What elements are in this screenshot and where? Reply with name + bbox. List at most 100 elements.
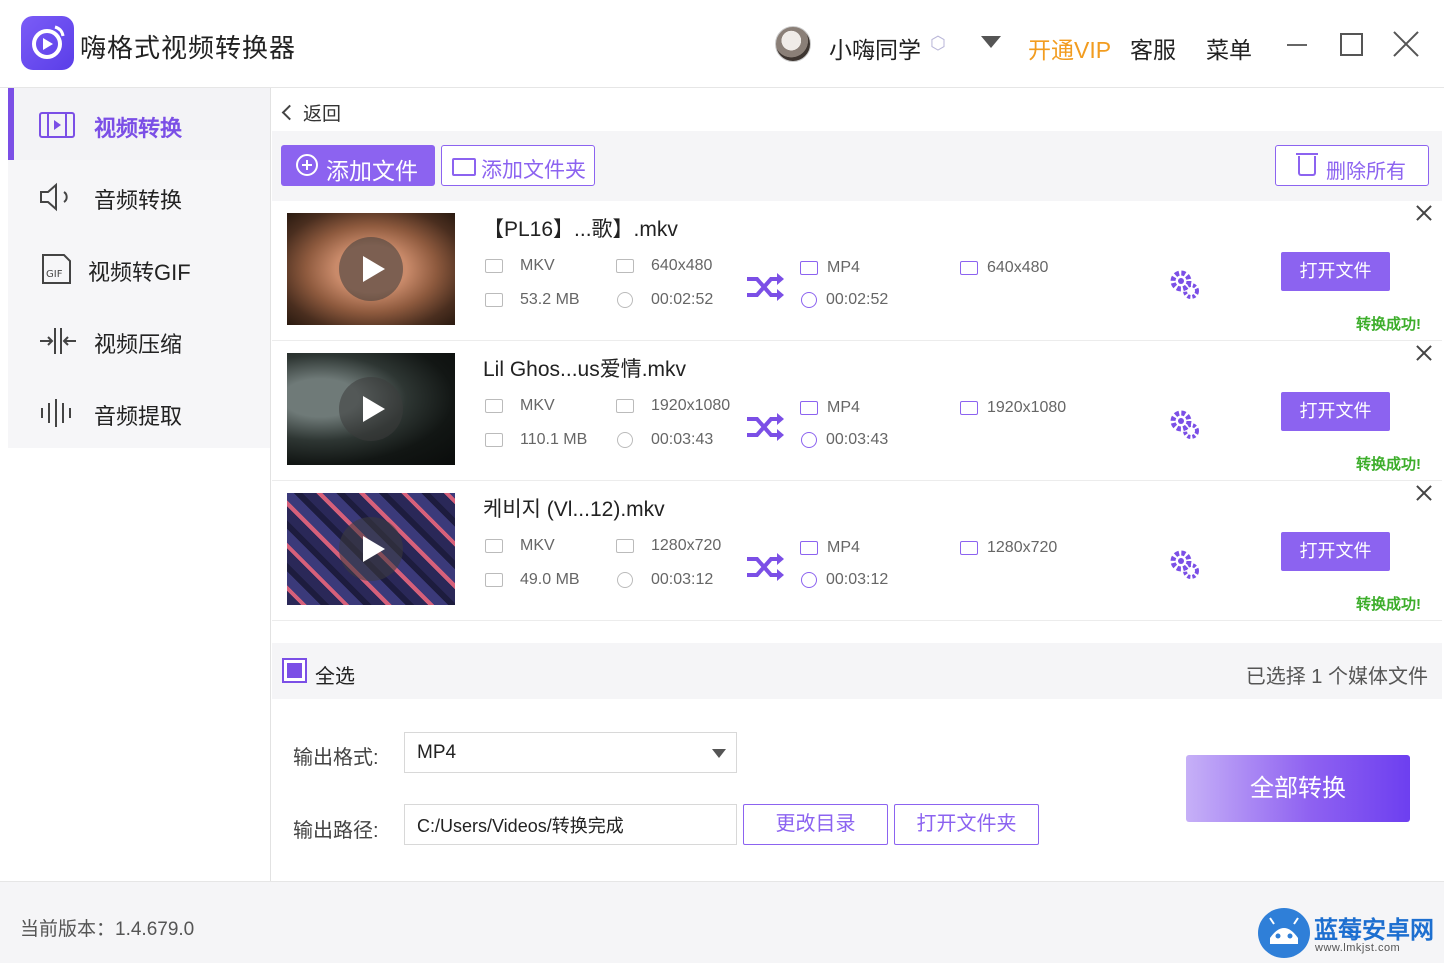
- folder-size-icon: [485, 433, 503, 447]
- source-resolution: 1280x720: [651, 537, 722, 554]
- convert-all-button[interactable]: 全部转换: [1186, 755, 1410, 822]
- shuffle-icon: [747, 273, 784, 301]
- select-all-label[interactable]: 全选: [315, 660, 355, 689]
- output-duration: 00:02:52: [826, 291, 889, 308]
- settings-gear-icon[interactable]: [1169, 409, 1201, 441]
- plus-circle-icon: [296, 154, 318, 176]
- sidebar-item-audio-convert[interactable]: 音频转换: [8, 160, 270, 232]
- remove-file-icon[interactable]: [1415, 344, 1433, 362]
- resolution-icon: [960, 261, 978, 275]
- trash-icon: [1296, 153, 1318, 176]
- film-icon: [800, 261, 818, 275]
- source-size: 53.2 MB: [520, 291, 580, 308]
- watermark: 蓝莓安卓网 www.lmkjst.com: [1244, 900, 1444, 963]
- source-format: MKV: [520, 397, 555, 414]
- add-file-button[interactable]: 添加文件: [281, 145, 435, 186]
- source-format: MKV: [520, 257, 555, 274]
- customer-service-link[interactable]: 客服: [1130, 31, 1176, 65]
- play-icon[interactable]: [339, 377, 403, 441]
- status-text: 转换成功!: [1356, 596, 1421, 613]
- open-file-button[interactable]: 打开文件: [1281, 252, 1390, 291]
- sidebar-item-label: 视频压缩: [94, 332, 183, 357]
- play-icon[interactable]: [339, 517, 403, 581]
- output-format: MP4: [827, 399, 860, 416]
- status-text: 转换成功!: [1356, 456, 1421, 473]
- output-resolution: 640x480: [987, 259, 1049, 276]
- user-avatar[interactable]: [775, 26, 811, 62]
- folder-size-icon: [485, 293, 503, 307]
- sidebar-item-audio-extract[interactable]: 音频提取: [8, 376, 270, 448]
- file-row: Lil Ghos...us爱情.mkv MKV 1920x1080 110.1 …: [272, 341, 1442, 481]
- audio-wave-icon: [41, 399, 71, 427]
- output-duration: 00:03:43: [826, 431, 889, 448]
- film-icon: [485, 539, 503, 553]
- change-directory-button[interactable]: 更改目录: [743, 804, 888, 845]
- video-thumbnail[interactable]: [287, 213, 455, 325]
- clock-icon: [801, 432, 817, 448]
- open-file-button[interactable]: 打开文件: [1281, 392, 1390, 431]
- footer: 当前版本：1.4.679.0: [0, 881, 1444, 963]
- add-file-label: 添加文件: [326, 158, 418, 184]
- output-format-select[interactable]: MP4: [404, 732, 737, 773]
- resolution-icon: [960, 401, 978, 415]
- vip-link[interactable]: 开通VIP: [1028, 31, 1111, 65]
- output-format: MP4: [827, 259, 860, 276]
- minimize-icon[interactable]: [1287, 44, 1307, 46]
- output-path-input[interactable]: [404, 804, 737, 845]
- sidebar-item-video-compress[interactable]: 视频压缩: [8, 304, 270, 376]
- sidebar-item-label: 音频转换: [94, 188, 183, 213]
- file-row: 【PL16】...歌】.mkv MKV 640x480 53.2 MB 00:0…: [272, 201, 1442, 341]
- add-folder-label: 添加文件夹: [481, 159, 586, 182]
- sidebar-item-label: 视频转GIF: [88, 260, 191, 285]
- resolution-icon: [616, 399, 634, 413]
- source-duration: 00:03:43: [651, 431, 714, 448]
- open-folder-button[interactable]: 打开文件夹: [894, 804, 1039, 845]
- open-file-button[interactable]: 打开文件: [1281, 532, 1390, 571]
- source-size: 110.1 MB: [520, 431, 588, 448]
- play-icon[interactable]: [339, 237, 403, 301]
- username[interactable]: 小嗨同学: [829, 31, 921, 65]
- back-label: 返回: [303, 104, 342, 125]
- settings-gear-icon[interactable]: [1169, 549, 1201, 581]
- watermark-logo-icon: [1258, 908, 1310, 958]
- settings-gear-icon[interactable]: [1169, 269, 1201, 301]
- delete-all-label: 删除所有: [1326, 161, 1406, 183]
- video-thumbnail[interactable]: [287, 493, 455, 605]
- user-dropdown-icon[interactable]: [981, 36, 1001, 48]
- shuffle-icon: [747, 553, 784, 581]
- sidebar-item-video-to-gif[interactable]: GIF 视频转GIF: [8, 232, 270, 304]
- menu-link[interactable]: 菜单: [1206, 31, 1252, 65]
- shuffle-icon: [747, 413, 784, 441]
- folder-icon: [452, 158, 476, 176]
- remove-file-icon[interactable]: [1415, 204, 1433, 222]
- film-icon: [485, 259, 503, 273]
- film-icon: [485, 399, 503, 413]
- file-list: 【PL16】...歌】.mkv MKV 640x480 53.2 MB 00:0…: [272, 201, 1442, 621]
- file-name: 케비지 (Vl...12).mkv: [483, 498, 665, 521]
- folder-size-icon: [485, 573, 503, 587]
- app-title: 嗨格式视频转换器: [80, 33, 297, 63]
- output-path-label: 输出路径:: [293, 820, 379, 842]
- source-resolution: 640x480: [651, 257, 713, 274]
- sidebar-item-label: 视频转换: [94, 116, 183, 141]
- select-all-checkbox[interactable]: [282, 658, 307, 683]
- badge-icon: ⬡: [930, 33, 946, 53]
- sidebar-item-video-convert[interactable]: 视频转换: [8, 88, 270, 160]
- version-text: 当前版本：1.4.679.0: [20, 919, 195, 940]
- file-name: Lil Ghos...us爱情.mkv: [483, 358, 687, 381]
- film-icon: [800, 541, 818, 555]
- compress-icon: [40, 328, 76, 354]
- close-window-icon[interactable]: [1392, 30, 1420, 58]
- sidebar-item-label: 音频提取: [94, 404, 183, 429]
- source-duration: 00:03:12: [651, 571, 714, 588]
- output-resolution: 1280x720: [987, 539, 1058, 556]
- delete-all-button[interactable]: 删除所有: [1275, 145, 1429, 186]
- chevron-down-icon: [712, 749, 726, 758]
- video-thumbnail[interactable]: [287, 353, 455, 465]
- remove-file-icon[interactable]: [1415, 484, 1433, 502]
- add-folder-button[interactable]: 添加文件夹: [441, 145, 595, 186]
- source-resolution: 1920x1080: [651, 397, 731, 414]
- maximize-icon[interactable]: [1340, 33, 1363, 56]
- resolution-icon: [616, 539, 634, 553]
- back-link[interactable]: 返回: [281, 99, 342, 126]
